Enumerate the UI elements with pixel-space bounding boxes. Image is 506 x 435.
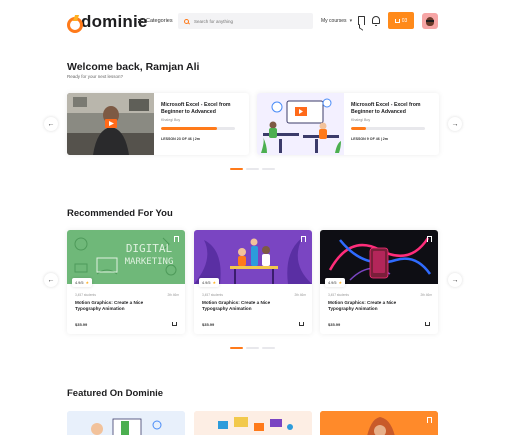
course-price: $35.99 [75,322,88,327]
arrow-left-icon: ← [47,120,55,128]
course-progress-bar [161,127,235,130]
continue-course-card[interactable]: Microsoft Excel - Excel from Beginner to… [67,93,249,155]
course-info: Microsoft Excel - Excel from Beginner to… [351,102,435,141]
lesson-status: LESSON 23 OF 46 | 2m [161,136,200,141]
rating-value: 4.9/5 [75,280,84,285]
add-to-cart-icon[interactable] [172,322,177,326]
menu-grid-icon [138,19,143,23]
recommended-pagination-dots [230,347,275,349]
continue-next-arrow[interactable]: → [448,117,462,131]
course-thumbnail[interactable] [257,93,344,155]
recommended-title: Recommended For You [67,208,173,219]
continue-prev-arrow[interactable]: ← [44,117,58,131]
avatar-glasses [426,20,434,22]
lesson-status: LESSON 9 OF 46 | 2m [351,136,388,141]
categories-label: Categories [146,18,173,24]
course-duration: 2th 46m [420,293,432,297]
pagination-dot[interactable] [246,347,259,349]
my-courses-label: My courses [321,18,347,24]
logo-mark-icon [67,15,83,33]
bookmark-icon[interactable] [358,16,365,25]
search-input[interactable] [194,18,304,24]
arrow-left-icon: ← [47,276,55,284]
featured-course-card[interactable] [194,411,312,435]
star-icon: ★ [85,280,90,285]
recommended-course-card[interactable]: 4.9/5 ★ 3,457 students 2th 46m Motion Gra… [194,230,312,334]
course-progress-bar [351,127,425,130]
star-icon: ★ [212,280,217,285]
recommended-prev-arrow[interactable]: ← [44,273,58,287]
recommended-course-card[interactable]: 4.9/5 ★ 3,457 students 2th 46m Motion Gra… [320,230,438,334]
search-bar[interactable] [178,13,313,29]
arrow-right-icon: → [451,120,459,128]
course-title: Microsoft Excel - Excel from Beginner to… [351,102,421,115]
course-thumbnail [194,230,312,284]
thumb-text-marketing: MARKETING [125,257,174,267]
welcome-subtitle: Ready for your next lesson? [67,74,124,79]
course-duration: 2th 46m [167,293,179,297]
featured-course-card[interactable] [320,411,438,435]
top-navbar: dominie Categories My courses ▾ 03 [0,0,506,42]
add-to-cart-icon[interactable] [425,322,430,326]
thumb-text-digital: DIGITAL [126,242,173,255]
course-price: $35.99 [328,322,341,327]
recommended-next-arrow[interactable]: → [448,273,462,287]
cart-count: 03 [401,17,408,24]
star-icon: ★ [338,280,343,285]
course-author: Khalegi Boy [351,118,371,122]
my-courses-dropdown[interactable]: My courses ▾ [321,18,352,24]
course-title: Motion Graphics: Create a Nice Typograph… [202,300,271,311]
rating-badge: 4.9/5 ★ [72,278,93,287]
rating-badge: 4.9/5 ★ [325,278,346,287]
bookmark-icon[interactable] [174,236,179,242]
course-meta: 3,457 students 2th 46m [328,293,432,297]
add-to-cart-icon[interactable] [299,322,304,326]
student-count: 3,457 students [202,293,223,297]
rating-value: 4.9/5 [202,280,211,285]
course-title: Motion Graphics: Create a Nice Typograph… [75,300,144,311]
cart-button[interactable]: 03 [388,12,414,29]
continue-course-card[interactable]: Microsoft Excel - Excel from Beginner to… [257,93,439,155]
course-thumbnail [320,230,438,284]
course-video-thumbnail[interactable] [67,93,154,155]
pagination-dot[interactable] [262,168,275,170]
bookmark-icon[interactable] [427,236,432,242]
course-author: Khalegi Boy [161,118,181,122]
progress-fill [351,127,366,130]
categories-menu[interactable]: Categories [138,18,173,24]
bookmark-icon[interactable] [427,417,432,423]
rating-value: 4.9/5 [328,280,337,285]
pagination-dot[interactable] [230,347,243,349]
recommended-course-card[interactable]: DIGITAL MARKETING 4.9/5 ★ 3,457 students … [67,230,185,334]
pagination-dot[interactable] [262,347,275,349]
rating-badge: 4.9/5 ★ [199,278,220,287]
featured-title: Featured On Dominie [67,388,164,399]
cart-icon [394,18,400,23]
course-meta: 3,457 students 2th 46m [202,293,306,297]
course-duration: 2th 46m [294,293,306,297]
pagination-dot[interactable] [230,168,243,170]
chevron-down-icon: ▾ [349,18,353,24]
bookmark-icon[interactable] [301,236,306,242]
search-icon [184,18,189,24]
brand-logo[interactable]: dominie [67,12,148,33]
featured-course-card[interactable] [67,411,185,435]
student-count: 3,457 students [328,293,349,297]
continue-pagination-dots [230,168,275,170]
user-avatar[interactable] [422,13,438,29]
course-title: Motion Graphics: Create a Nice Typograph… [328,300,397,311]
arrow-right-icon: → [451,276,459,284]
student-count: 3,457 students [75,293,96,297]
pagination-dot[interactable] [246,168,259,170]
course-title: Microsoft Excel - Excel from Beginner to… [161,102,231,115]
progress-fill [161,127,217,130]
notification-bell-icon[interactable] [372,16,380,26]
course-info: Microsoft Excel - Excel from Beginner to… [161,102,245,141]
course-meta: 3,457 students 2th 46m [75,293,179,297]
course-price: $35.99 [202,322,215,327]
course-thumbnail: DIGITAL MARKETING [67,230,185,284]
welcome-title: Welcome back, Ramjan Ali [67,61,200,73]
